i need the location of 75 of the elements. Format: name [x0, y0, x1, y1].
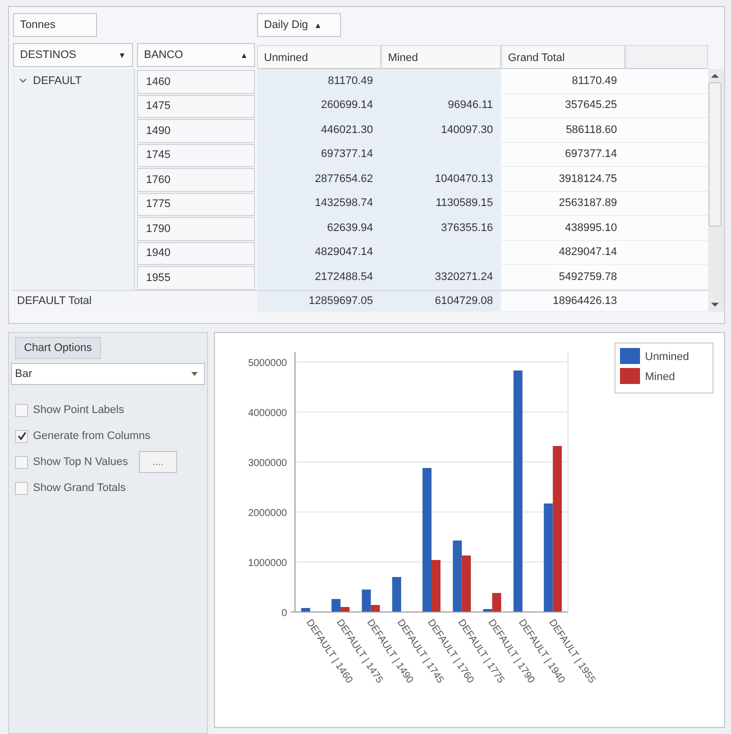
row-header-cell: 1775: [137, 192, 255, 216]
more-button[interactable]: ....: [138, 451, 177, 473]
column-header[interactable]: Unmined: [257, 45, 381, 69]
y-tick-label: 0: [281, 608, 287, 619]
checkbox-label[interactable]: Show Grand Totals: [33, 482, 126, 494]
table-cell: 1040470.13: [381, 167, 501, 192]
y-tick-label: 5000000: [248, 358, 287, 369]
table-cell: 96946.11: [381, 94, 501, 118]
checkbox[interactable]: [15, 456, 28, 468]
field-label: DESTINOS: [20, 49, 76, 61]
table-cell: 2877654.62: [257, 167, 381, 192]
row-header-cell: 1475: [137, 94, 255, 118]
field-label: BANCO: [144, 49, 184, 61]
table-cell: 18964426.13: [501, 290, 625, 312]
chart-type-dropdown[interactable]: Bar: [11, 363, 205, 385]
sort-arrow: ▲: [314, 20, 322, 30]
legend-label: Mined: [645, 371, 675, 383]
row-header-cell: 1460: [137, 70, 255, 94]
table-cell: 357645.25: [501, 94, 625, 118]
row-header-cell: 1790: [137, 217, 255, 240]
table-cell: 6104729.08: [381, 290, 501, 312]
table-cell: 62639.94: [257, 216, 381, 240]
legend-label: Unmined: [645, 351, 690, 363]
caret-icon: [191, 372, 198, 376]
column-field-button[interactable]: Daily Dig ▲: [257, 13, 341, 37]
table-cell: 12859697.05: [257, 290, 381, 312]
table-cell: 1130589.15: [381, 192, 501, 216]
bar: [452, 540, 462, 612]
sort-arrow: ▼: [118, 50, 126, 60]
checkbox-label[interactable]: Generate from Columns: [33, 430, 150, 442]
row-header-cell: 1490: [137, 119, 255, 142]
bar: [301, 608, 310, 612]
checkbox[interactable]: [15, 482, 28, 494]
group-label: DEFAULT: [33, 75, 82, 87]
y-tick-label: 2000000: [248, 508, 287, 519]
table-cell: 81170.49: [257, 69, 381, 94]
y-tick-label: 1000000: [248, 558, 287, 569]
y-tick-label: 4000000: [248, 408, 287, 419]
checkbox-label[interactable]: Show Point Labels: [33, 404, 124, 416]
checkbox[interactable]: [15, 430, 28, 442]
field-label: Daily Dig: [264, 19, 308, 31]
table-cell: 3918124.75: [501, 167, 625, 192]
table-cell: 697377.14: [501, 142, 625, 167]
table-cell: 2172488.54: [257, 265, 381, 290]
table-cell: 4829047.14: [257, 240, 381, 265]
sort-arrow: ▲: [240, 50, 248, 60]
table-cell: 697377.14: [257, 142, 381, 167]
checkbox-label[interactable]: Show Top N Values: [33, 456, 128, 468]
column-header[interactable]: Grand Total: [501, 45, 625, 69]
table-cell: 140097.30: [381, 118, 501, 142]
y-tick-label: 3000000: [248, 458, 287, 469]
column-header[interactable]: Mined: [381, 45, 501, 69]
row-field-button[interactable]: DESTINOS ▼: [13, 43, 133, 67]
table-cell: 3320271.24: [381, 265, 501, 290]
filter-field-button[interactable]: Tonnes: [13, 13, 97, 37]
panel-title: Chart Options: [15, 337, 101, 359]
scrollbar-drawing[interactable]: [708, 69, 724, 312]
row-header-cell: 1760: [137, 168, 255, 192]
table-cell: 2563187.89: [501, 192, 625, 216]
bar: [392, 577, 402, 612]
table-cell: 438995.10: [501, 216, 625, 240]
table-cell: 376355.16: [381, 216, 501, 240]
table-cell: 4829047.14: [501, 240, 625, 265]
table-cell: 586118.60: [501, 118, 625, 142]
row-group-label[interactable]: DEFAULT: [11, 69, 90, 93]
table-cell: 260699.14: [257, 94, 381, 118]
table-cell: 5492759.78: [501, 265, 625, 290]
checkbox[interactable]: [15, 404, 28, 416]
table-cell: 1432598.74: [257, 192, 381, 216]
row-header-cell: 1940: [137, 242, 255, 265]
row-header-cell: 1745: [137, 144, 255, 167]
table-cell: 81170.49: [501, 69, 625, 94]
row-field-button[interactable]: BANCO ▲: [137, 43, 255, 67]
row-header-cell: 1955: [137, 266, 255, 290]
table-cell: 446021.30: [257, 118, 381, 142]
